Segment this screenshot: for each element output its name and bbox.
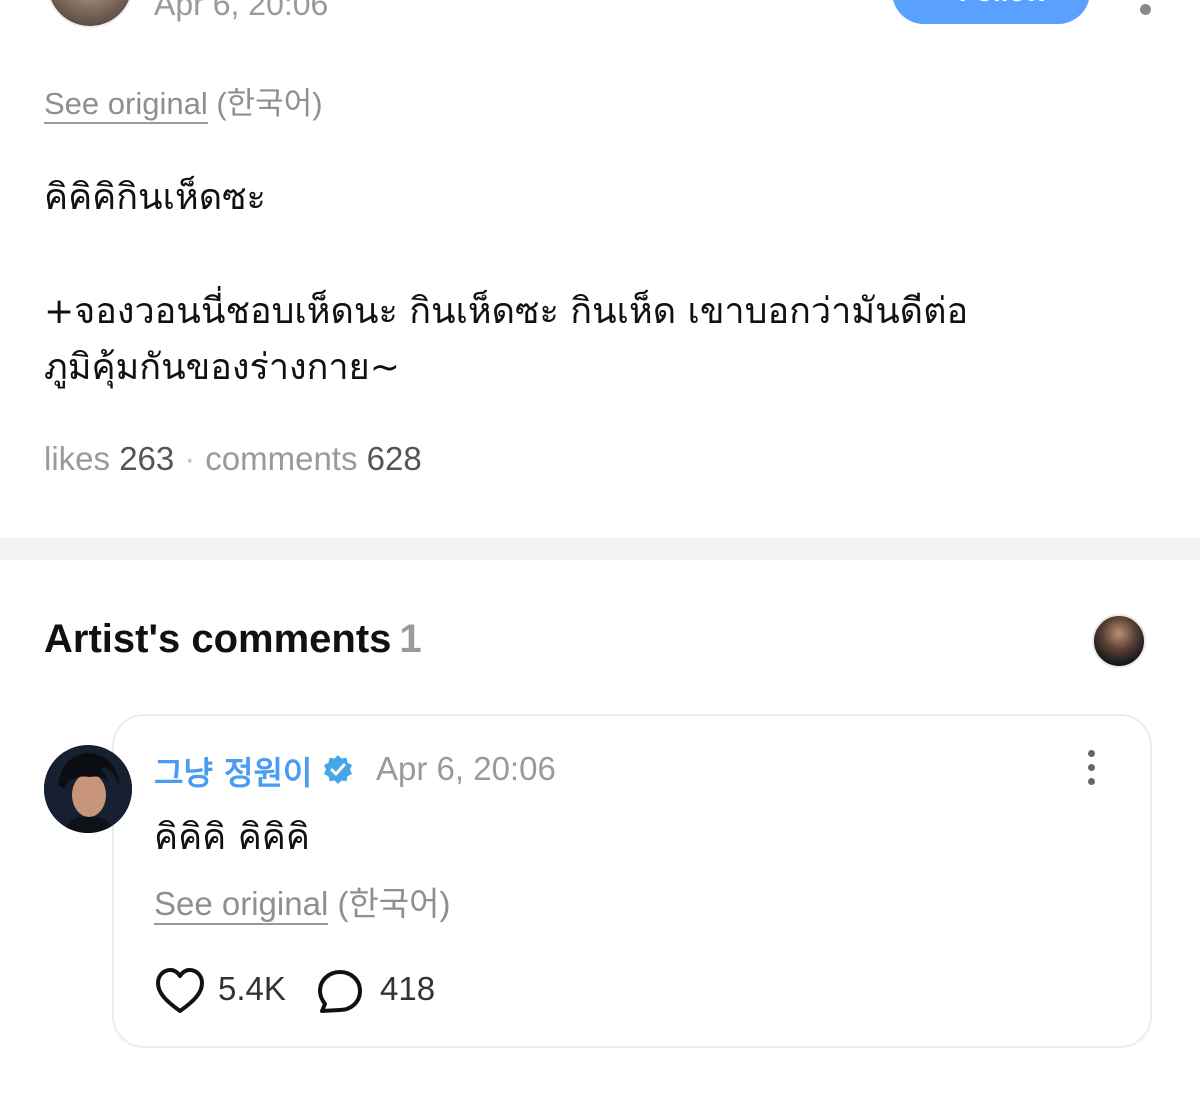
post-date: Apr 6, 20:06: [154, 0, 329, 22]
stats-separator: ·: [184, 440, 196, 477]
comment-bubble-icon[interactable]: [316, 968, 364, 1016]
avatar-portrait: [44, 745, 132, 833]
dot: [1087, 764, 1095, 771]
section-divider: [0, 538, 1200, 560]
post-more-icon[interactable]: [1140, 4, 1151, 15]
follow-button[interactable]: + Follow: [892, 0, 1090, 24]
artist-comments-heading: Artist's comments 1: [44, 617, 422, 662]
more-dots-icon[interactable]: [1082, 750, 1100, 790]
comment-see-original-link[interactable]: See original: [154, 885, 329, 925]
likes-label: likes: [44, 440, 111, 477]
post-text-line-3: ภูมิคุ้มกันของร่างกาย~: [44, 347, 400, 388]
comment-date: Apr 6, 20:06: [376, 750, 556, 787]
comment-original-language: (한국어): [337, 885, 451, 922]
artist-comments-count: 1: [399, 617, 422, 661]
original-language: (한국어): [216, 86, 323, 121]
see-original-row: See original (한국어): [44, 78, 323, 124]
dot: [1087, 778, 1095, 785]
post-stats: likes 263 · comments 628: [44, 440, 422, 478]
artist-comments-title: Artist's comments: [44, 617, 392, 661]
post-author-avatar[interactable]: [46, 0, 134, 28]
comment-see-original-row: See original (한국어): [154, 877, 451, 925]
verified-icon: [324, 755, 352, 784]
heart-icon[interactable]: [154, 966, 206, 1016]
comment-author-avatar[interactable]: [44, 745, 132, 833]
comment-text: คิคิคิ คิคิคิ: [154, 817, 310, 858]
comments-count[interactable]: 628: [367, 440, 422, 477]
dot: [1087, 750, 1095, 757]
likes-count: 263: [119, 440, 175, 477]
see-original-link[interactable]: See original: [44, 86, 208, 124]
artist-avatar-small[interactable]: [1092, 614, 1146, 668]
comment-reply-count: 418: [380, 970, 436, 1007]
post-text-line-2: +จองวอนนี่ชอบเห็ดนะ กินเห็ดซะ กินเห็ด เข…: [44, 291, 969, 332]
comments-label[interactable]: comments: [205, 440, 357, 477]
comment-like-count: 5.4K: [218, 970, 286, 1007]
post-text-line-1: คิคิคิกินเห็ดซะ: [44, 177, 266, 218]
comment-author-name[interactable]: 그냥 정원이: [154, 748, 312, 794]
